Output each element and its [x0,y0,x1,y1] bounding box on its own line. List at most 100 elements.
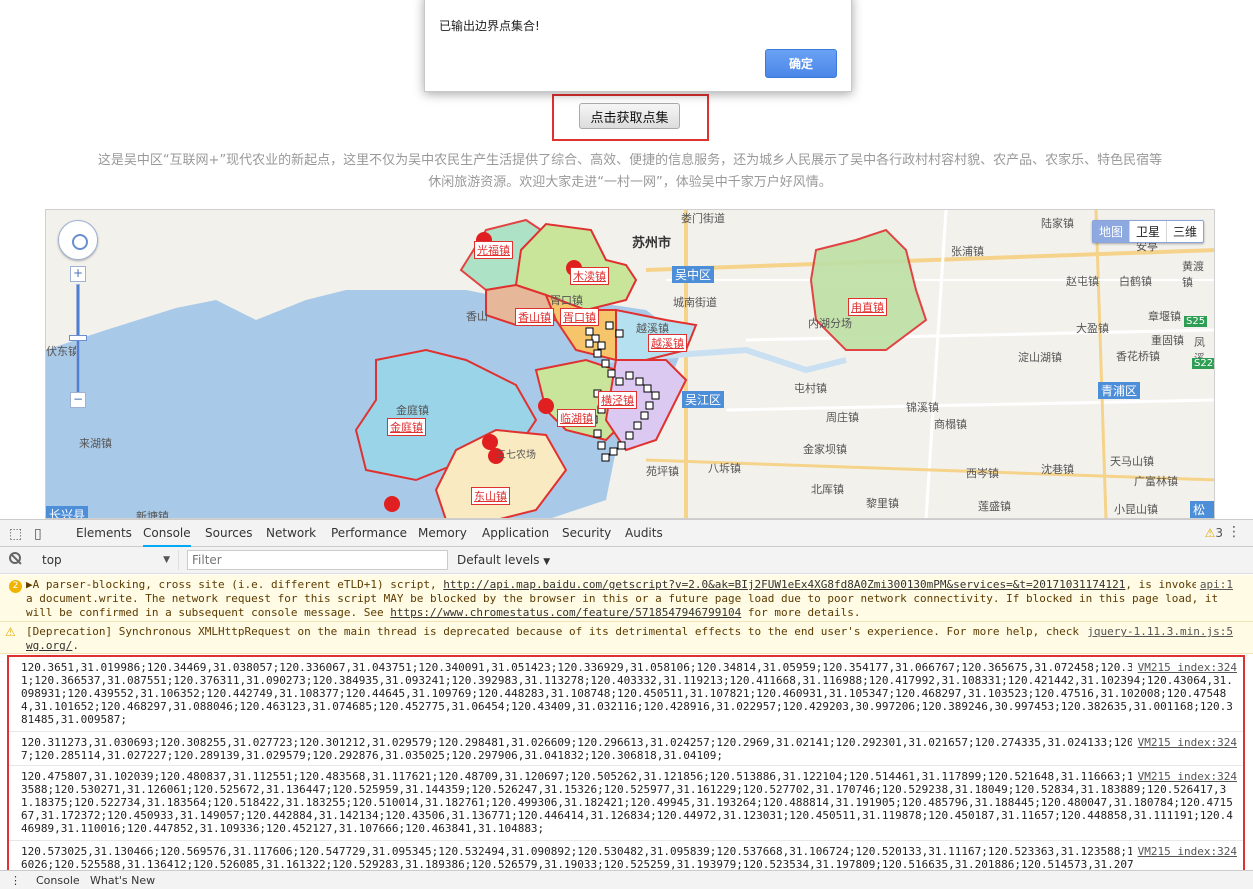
map-place: 北厍镇 [811,483,844,496]
warning-text-part: A parser-blocking, cross site (i.e. diff… [32,578,444,591]
warning-count: 3 [1215,526,1223,540]
drawer-menu-icon[interactable]: ⋮ [10,874,21,887]
alert-ok-button[interactable]: 确定 [765,49,837,78]
tab-console[interactable]: Console [143,520,191,547]
map-place: 苏州市 [632,236,672,251]
source-link[interactable]: VM215 index:324 [1131,736,1237,749]
road [924,210,948,518]
console-log: 120.475807,31.102039;120.480837,31.11255… [9,766,1243,841]
warning-text-part: for more details. [741,606,861,619]
map-place: 小昆山镇 [1114,503,1158,516]
tab-application[interactable]: Application [482,520,549,547]
clear-console-icon[interactable] [9,552,21,564]
marker-横泾镇[interactable]: 横泾镇 [598,391,637,409]
devtools-panel: ⬚ ▯ Elements Console Sources Network Per… [0,519,1253,889]
map[interactable]: 光福镇 木渎镇 香山镇 胥口镇 越溪镇 金庭镇 临湖镇 横泾镇 东山镇 甪直镇 … [45,209,1215,519]
tab-memory[interactable]: Memory [418,520,467,547]
source-link[interactable]: api:1 [1195,578,1233,592]
tab-elements[interactable]: Elements [76,520,132,547]
warning-icon: ⚠ [5,625,16,639]
map-place: 香花桥镇 [1116,350,1160,363]
marker-香山镇[interactable]: 香山镇 [515,308,554,326]
map-place: 松江 [1190,501,1214,518]
map-place: 重固镇 [1151,334,1184,347]
source-link[interactable]: jquery-1.11.3.min.js:5 [1083,625,1233,639]
marker-金庭镇[interactable]: 金庭镇 [387,418,426,436]
device-toolbar-icon[interactable]: ▯ [34,526,42,542]
region-luzhi [809,228,928,351]
devtools-tabbar: ⬚ ▯ Elements Console Sources Network Per… [0,520,1253,547]
map-place: 沈巷镇 [1041,463,1074,476]
log-text: 120.475807,31.102039;120.480837,31.11255… [21,770,1233,835]
warning-icon: ⚠ [1204,526,1216,540]
context-selector[interactable]: top ▼ [34,550,179,570]
map-place: 来湖镇 [79,437,112,450]
drawer-tab-console[interactable]: Console [36,874,80,887]
pan-control[interactable] [58,220,98,260]
intro-line: 这是吴中区“互联网+”现代农业的新起点，这里不仅为吴中农民生产生活提供了综合、高… [97,153,1163,168]
expand-arrow-icon[interactable]: ▶ [26,578,33,591]
map-place: 黎里镇 [866,497,899,510]
intro-line: 休闲旅游资源。欢迎大家走进“一村一网”，体验吴中千家万户好风情。 [428,175,832,190]
map-place: 广富林镇 [1134,475,1178,488]
map-place: 陆家镇 [1041,217,1074,230]
source-link[interactable]: VM215 index:324 [1131,770,1237,783]
road [745,328,1214,342]
warning-counter[interactable]: ⚠3 [1205,526,1223,540]
map-place: 三七农场 [496,450,536,461]
dropdown-arrow-icon: ▼ [543,557,551,567]
map-place: 胥口镇 [550,294,583,307]
warning-link[interactable]: http://api.map.baidu.com/getscript?v=2.0… [443,578,1125,591]
source-link[interactable]: VM215 index:324 [1131,661,1237,674]
tab-audits[interactable]: Audits [625,520,663,547]
zoom-out-button[interactable]: − [70,392,86,408]
map-place: 苑坪镇 [646,465,679,478]
tab-network[interactable]: Network [266,520,316,547]
map-place: 天马山镇 [1110,455,1154,468]
map-type-3d[interactable]: 三维 [1165,221,1203,242]
tab-sources[interactable]: Sources [205,520,252,547]
repeat-count-badge: 2 [9,580,22,593]
marker-木渎镇[interactable]: 木渎镇 [570,267,609,285]
levels-label: Default levels [457,553,540,567]
marker-胥口镇[interactable]: 胥口镇 [560,308,599,326]
log-text: 120.573025,31.130466;120.569576,31.11760… [21,845,1233,871]
map-place: 金庭镇 [396,404,429,417]
zoom-thumb[interactable] [69,335,87,341]
marker-光福镇[interactable]: 光福镇 [474,241,513,259]
map-place: 黄渡镇 [1182,260,1204,289]
map-place: 内湖分场 [808,317,852,330]
map-place: 娄门街道 [681,212,725,225]
tab-performance[interactable]: Performance [331,520,407,547]
log-levels-select[interactable]: Default levels ▼ [457,550,550,572]
source-link[interactable]: VM215 index:324 [1131,845,1237,858]
map-place: 越溪镇 [636,322,669,335]
marker-东山镇[interactable]: 东山镇 [471,487,510,505]
zoom-in-button[interactable]: + [70,266,86,282]
map-place: 吴中区 [672,266,715,283]
filter-input[interactable] [187,550,448,570]
highway-badge: S25 [1184,316,1208,327]
inspect-icon[interactable]: ⬚ [9,526,22,542]
tab-security[interactable]: Security [562,520,611,547]
map-place: 白鹤镇 [1119,275,1152,288]
marker-临湖镇[interactable]: 临湖镇 [557,409,596,427]
console-log: 120.311273,31.030693;120.308255,31.02772… [9,732,1243,766]
map-type-satellite[interactable]: 卫星 [1128,221,1166,242]
map-place: 长兴县 [46,506,89,518]
map-place: 青浦区 [1098,382,1141,399]
more-options-icon[interactable]: ⋮ [1227,524,1241,540]
map-place: 锦溪镇 [906,401,939,414]
map-place: 金家坝镇 [803,443,847,456]
marker-甪直镇[interactable]: 甪直镇 [848,298,887,316]
map-type-switch: 地图 卫星 三维 [1091,220,1204,243]
get-points-button[interactable]: 点击获取点集 [579,103,680,129]
map-place: 八坼镇 [708,462,741,475]
marker-越溪镇[interactable]: 越溪镇 [648,334,687,352]
console-warning: 2 ▶A parser-blocking, cross site (i.e. d… [0,575,1253,622]
map-place: 大盈镇 [1076,322,1109,335]
map-type-normal[interactable]: 地图 [1092,221,1129,242]
warning-link[interactable]: https://www.chromestatus.com/feature/571… [390,606,741,619]
console-log: 120.3651,31.019986;120.34469,31.038057;1… [9,657,1243,732]
drawer-tab-whats-new[interactable]: What's New [90,874,155,887]
